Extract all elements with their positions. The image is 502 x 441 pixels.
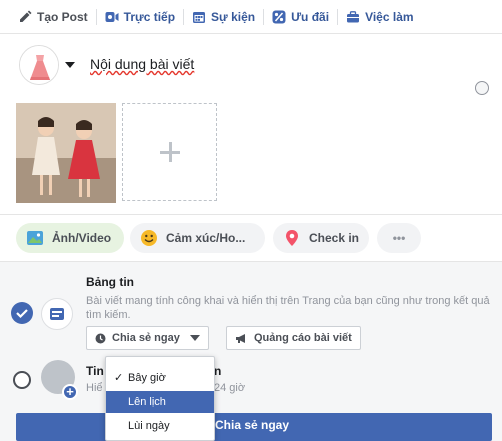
megaphone-icon xyxy=(236,333,245,343)
more-options-button[interactable]: ••• xyxy=(377,223,421,253)
feeling-activity-label: Cảm xúc/Ho... xyxy=(166,231,246,245)
clock-icon xyxy=(95,333,106,343)
menu-item-now[interactable]: ✓ Bây giờ xyxy=(106,367,214,389)
page-avatar[interactable] xyxy=(19,45,59,85)
tab-label: Ưu đãi xyxy=(291,9,330,24)
tab-divider xyxy=(263,8,265,25)
tab-label: Trực tiếp xyxy=(123,9,176,24)
check-in-button[interactable]: Check in xyxy=(273,223,369,253)
photo-icon xyxy=(27,231,43,245)
briefcase-icon xyxy=(347,10,360,22)
chevron-down-icon xyxy=(189,335,200,341)
menu-item-label: Lên lịch xyxy=(128,396,166,408)
children-photo xyxy=(16,103,116,203)
share-now-label: Chia sẻ ngay xyxy=(215,418,290,432)
avatar-dropdown-caret[interactable] xyxy=(65,62,75,68)
composer-tabs: Tạo Post Trực tiếp Sự kiện Ưu đãi Việc l… xyxy=(0,0,502,34)
menu-item-label: Bây giờ xyxy=(128,372,166,384)
story-option-title: Tin xyxy=(86,364,104,378)
tab-label: Sự kiện xyxy=(211,9,256,24)
news-feed-icon xyxy=(41,298,73,330)
tab-create-post[interactable]: Tạo Post xyxy=(12,0,94,34)
tab-event[interactable]: Sự kiện xyxy=(186,0,261,34)
emoji-icon[interactable] xyxy=(475,81,489,95)
photo-video-button[interactable]: Ảnh/Video xyxy=(16,223,124,253)
tab-jobs[interactable]: Việc làm xyxy=(340,0,419,34)
share-timing-menu: ✓ Bây giờ Lên lịch Lùi ngày xyxy=(105,356,215,441)
check-in-label: Check in xyxy=(308,231,359,245)
live-video-icon xyxy=(105,11,119,22)
tab-divider xyxy=(337,8,339,25)
pencil-icon xyxy=(20,10,32,22)
tab-divider xyxy=(183,8,185,25)
photo-video-label: Ảnh/Video xyxy=(52,231,112,245)
calendar-icon xyxy=(193,11,206,23)
boost-post-label: Quảng cáo bài viết xyxy=(254,332,352,344)
feeling-activity-button[interactable]: Cảm xúc/Ho... xyxy=(130,223,265,253)
share-timing-label: Chia sẻ ngay xyxy=(112,332,180,344)
emoji-icon xyxy=(141,230,157,246)
story-option-subtitle: Hiể xyxy=(86,382,103,394)
share-timing-dropdown[interactable]: Chia sẻ ngay xyxy=(86,326,209,350)
location-pin-icon xyxy=(285,230,298,246)
add-story-plus-icon: + xyxy=(62,384,78,400)
tab-offer[interactable]: Ưu đãi xyxy=(266,0,335,34)
menu-item-backdate[interactable]: Lùi ngày xyxy=(106,415,214,437)
post-content-input[interactable]: Nội dung bài viết xyxy=(90,56,194,72)
story-radio[interactable] xyxy=(13,371,31,389)
story-option-title-tail: n xyxy=(214,364,222,378)
feed-option-description: Bài viết mang tính công khai và hiển thị… xyxy=(86,295,490,321)
dress-avatar-image xyxy=(20,46,58,84)
menu-item-label: Lùi ngày xyxy=(128,420,170,432)
feed-option-title: Bảng tin xyxy=(86,275,134,289)
story-option-subtitle-tail: 24 giờ xyxy=(214,382,246,394)
attached-photo[interactable] xyxy=(16,103,116,203)
add-photo-button[interactable] xyxy=(122,103,217,201)
offer-percent-icon xyxy=(272,10,286,23)
tab-label: Tạo Post xyxy=(37,9,88,24)
tab-live[interactable]: Trực tiếp xyxy=(99,0,181,34)
menu-item-schedule[interactable]: Lên lịch xyxy=(106,391,214,413)
checkmark-icon: ✓ xyxy=(114,372,124,384)
plus-icon-vertical xyxy=(169,142,172,162)
tab-divider xyxy=(95,8,97,25)
check-icon xyxy=(16,309,28,319)
tab-label: Việc làm xyxy=(365,9,414,24)
feed-radio-checked[interactable] xyxy=(11,302,33,324)
composer-actions: Ảnh/Video Cảm xúc/Ho... Check in ••• xyxy=(0,214,502,262)
boost-post-button[interactable]: Quảng cáo bài viết xyxy=(226,326,361,350)
more-icon: ••• xyxy=(392,231,406,245)
